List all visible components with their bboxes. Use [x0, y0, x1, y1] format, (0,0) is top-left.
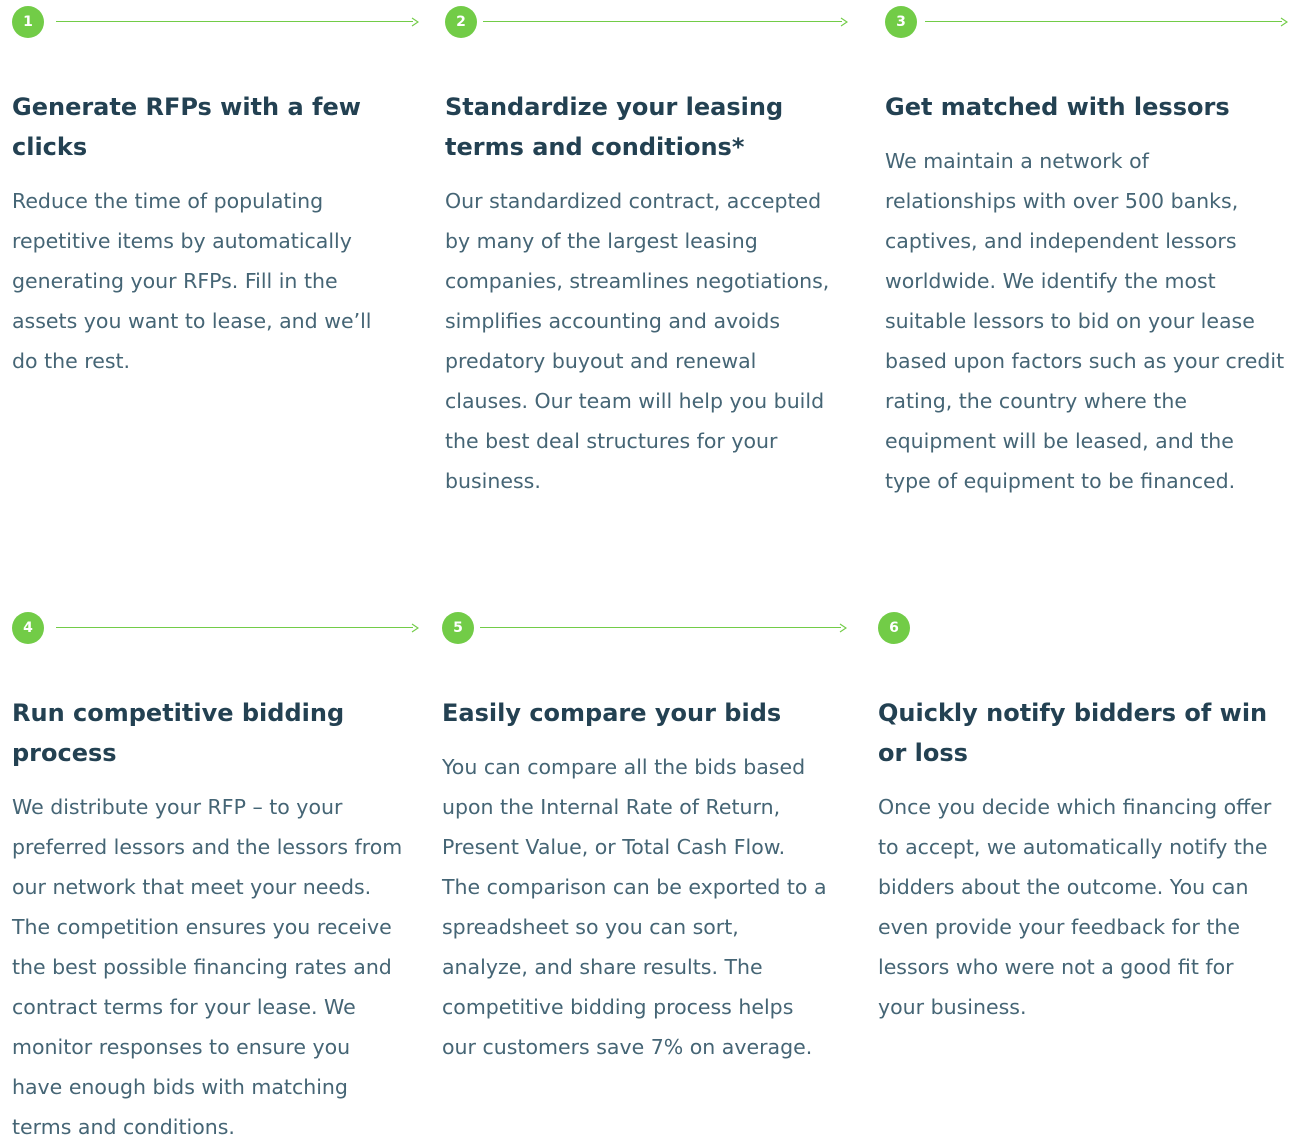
- step-number-badge: 6: [878, 612, 910, 644]
- step-title: Run competitive bidding process: [12, 699, 345, 767]
- connector-line: [925, 21, 1282, 22]
- step-number-badge: 5: [442, 612, 474, 644]
- step-description: We distribute your RFP – to your preferr…: [12, 795, 403, 1139]
- step-connector: [925, 17, 1289, 27]
- step-number-badge: 4: [12, 612, 44, 644]
- connector-line: [56, 627, 413, 628]
- step-title: Quickly notify bidders of win or loss: [878, 699, 1268, 767]
- step-description: Reduce the time of populating repetitive…: [12, 189, 372, 373]
- step-number-badge: 3: [885, 6, 917, 38]
- arrow-right-icon: [411, 623, 419, 633]
- arrow-right-icon: [1280, 17, 1288, 27]
- arrow-right-icon: [411, 17, 419, 27]
- step-description: We maintain a network of relationships w…: [885, 149, 1285, 493]
- step-connector: [56, 17, 420, 27]
- step-title: Generate RFPs with a few clicks: [12, 93, 361, 161]
- arrow-right-icon: [839, 623, 847, 633]
- step-number-badge: 2: [445, 6, 477, 38]
- arrow-right-icon: [840, 17, 848, 27]
- step-description: Once you decide which financing offer to…: [878, 795, 1272, 1019]
- connector-line: [480, 627, 841, 628]
- connector-line: [56, 21, 413, 22]
- step-title: Standardize your leasing terms and condi…: [445, 93, 784, 161]
- step-description: Our standardized contract, accepted by m…: [445, 189, 830, 493]
- step-connector: [56, 623, 420, 633]
- step-connector: [480, 623, 848, 633]
- step-title: Easily compare your bids: [442, 699, 782, 727]
- step-description: You can compare all the bids based upon …: [442, 755, 827, 1059]
- step-number-badge: 1: [12, 6, 44, 38]
- step-title: Get matched with lessors: [885, 93, 1230, 121]
- step-connector: [483, 17, 849, 27]
- connector-line: [483, 21, 842, 22]
